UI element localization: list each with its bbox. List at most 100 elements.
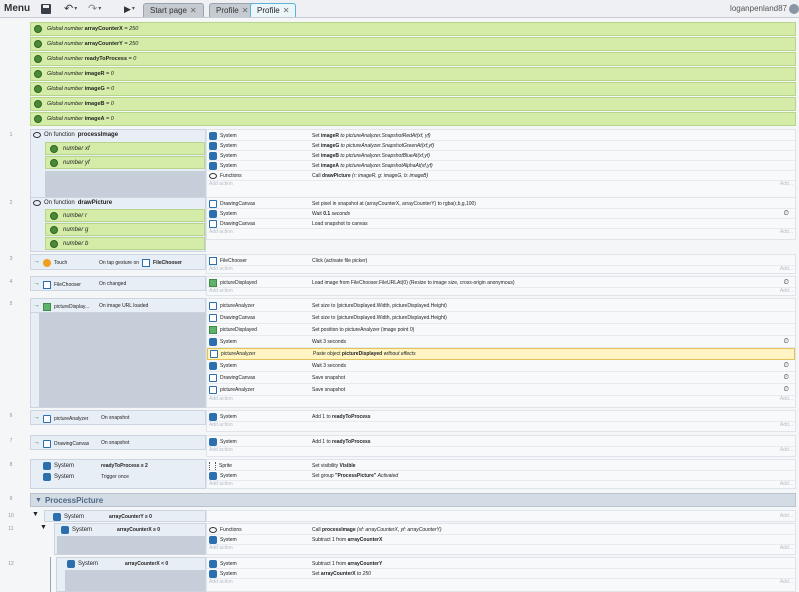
undo-button[interactable]: ↶ ▾	[64, 0, 77, 18]
tab-start-page[interactable]: Start page ✕	[143, 3, 204, 17]
action-row[interactable]: Sprite Set visibility Visible	[207, 461, 795, 471]
add-action-label[interactable]: Add action	[209, 579, 233, 585]
add-action-row[interactable]: Add action Add...	[207, 396, 795, 405]
action-row[interactable]: DrawingCanvas Set size to (pictureDisplay…	[207, 312, 795, 324]
action-row[interactable]: System Set imageR to pictureAnalyzer.Snap…	[207, 131, 795, 141]
username[interactable]: loganpenland87	[730, 0, 787, 18]
action-row[interactable]: System Subtract 1 from arrayCounterX	[207, 535, 795, 545]
global-variable-row[interactable]: Global number arrayCounterX = 250	[30, 22, 796, 36]
action-row[interactable]: DrawingCanvas Set pixel in snapshot at (a…	[207, 199, 795, 209]
add-action-row[interactable]: Add action Add...	[207, 422, 795, 431]
add-action-row[interactable]: Add action Add...	[207, 181, 795, 190]
global-variable-row[interactable]: Global number imageR = 0	[30, 67, 796, 81]
action-row[interactable]: DrawingCanvas Load snapshot to canvas	[207, 219, 795, 229]
close-icon[interactable]: ✕	[242, 4, 249, 17]
param-yf[interactable]: number yf	[45, 156, 205, 169]
global-variable-row[interactable]: Global number readyToProcess = 0	[30, 52, 796, 66]
global-variable-row[interactable]: Global number imageA = 0	[30, 112, 796, 126]
action-row[interactable]: System Set group "ProcessPicture" Activat…	[207, 471, 795, 481]
group-processpicture[interactable]: ▼ ProcessPicture	[30, 493, 796, 507]
event-5-conditions[interactable]: → pictureDisplay... On image URL loaded	[30, 298, 206, 408]
close-icon[interactable]: ✕	[190, 4, 197, 17]
action-row[interactable]: System Add 1 to readyToProcess	[207, 412, 795, 422]
add-button[interactable]: Add...	[780, 513, 793, 519]
action-row[interactable]: pictureAnalyzer Paste object pictureDispl…	[207, 348, 795, 360]
action-row[interactable]: System Set imageA to pictureAnalyzer.Snap…	[207, 161, 795, 171]
avatar[interactable]	[789, 4, 799, 14]
add-button[interactable]: Add...	[780, 229, 793, 235]
add-button[interactable]: Add...	[780, 481, 793, 487]
action-row[interactable]: System Set arrayCounterX to 250	[207, 569, 795, 579]
event-2-conditions[interactable]: On function drawPicture number r number g…	[30, 197, 206, 252]
event-4-conditions[interactable]: → FileChooser On changed	[30, 276, 206, 291]
menu-button[interactable]: Menu	[4, 0, 30, 18]
event-8-conditions[interactable]: System readyToProcess ≥ 2 System Trigger…	[30, 459, 206, 489]
event-12-conditions[interactable]: System arrayCounterX < 0	[56, 557, 206, 592]
param-r[interactable]: number r	[45, 209, 205, 222]
add-action-label[interactable]: Add action	[209, 181, 233, 187]
add-button[interactable]: Add...	[780, 288, 793, 294]
action-row[interactable]: DrawingCanvas Save snapshot ⏲	[207, 372, 795, 384]
add-action-row[interactable]: Add action Add...	[207, 266, 795, 275]
param-xf[interactable]: number xf	[45, 142, 205, 155]
add-button[interactable]: Add...	[780, 396, 793, 402]
event-7-conditions[interactable]: → DrawingCanvas On snapshot	[30, 435, 206, 450]
action-row[interactable]: System Wait 3 seconds ⏲	[207, 360, 795, 372]
add-action-label[interactable]: Add action	[209, 481, 233, 487]
tab-profile[interactable]: Profile ✕	[209, 3, 256, 17]
event-1-conditions[interactable]: On function processImage number xf number…	[30, 129, 206, 199]
add-action-label[interactable]: Add action	[209, 288, 233, 294]
add-action-label[interactable]: Add action	[209, 422, 233, 428]
redo-button[interactable]: ↷ ▾	[88, 0, 101, 18]
collapse-icon[interactable]: ▼	[40, 524, 47, 531]
action-row[interactable]: FileChooser Click (activate file picker)	[207, 256, 795, 266]
action-row[interactable]: System Add 1 to readyToProcess	[207, 437, 795, 447]
add-action-row[interactable]: Add action Add...	[207, 229, 795, 238]
global-variable-icon	[34, 40, 42, 48]
param-g[interactable]: number g	[45, 223, 205, 236]
close-icon[interactable]: ✕	[283, 4, 290, 17]
collapse-icon[interactable]: ▼	[35, 497, 42, 504]
action-row[interactable]: System Wait 0.1 seconds ⏲	[207, 209, 795, 219]
save-icon[interactable]	[40, 0, 52, 18]
global-variable-icon	[34, 115, 42, 123]
collapse-icon[interactable]: ▼	[32, 511, 39, 518]
add-action-label[interactable]: Add action	[209, 447, 233, 453]
action-row[interactable]: pictureAnalyzer Set size to (pictureDispl…	[207, 300, 795, 312]
add-button[interactable]: Add...	[780, 447, 793, 453]
add-button[interactable]: Add...	[780, 545, 793, 551]
add-button[interactable]: Add...	[780, 181, 793, 187]
add-action-label[interactable]: Add action	[209, 266, 233, 272]
action-row[interactable]: System Set imageB to pictureAnalyzer.Snap…	[207, 151, 795, 161]
add-button[interactable]: Add...	[780, 579, 793, 585]
action-row[interactable]: pictureDisplayed Load image from FileChoo…	[207, 278, 795, 288]
add-action-row[interactable]: Add action Add...	[207, 447, 795, 456]
action-row[interactable]: Functions Call processImage (xf: arrayCou…	[207, 525, 795, 535]
add-button[interactable]: Add...	[780, 266, 793, 272]
add-action-label[interactable]: Add action	[209, 229, 233, 235]
add-button[interactable]: Add...	[780, 422, 793, 428]
add-action-row[interactable]: Add action Add...	[207, 579, 795, 588]
action-row[interactable]: pictureDisplayed Set position to pictureA…	[207, 324, 795, 336]
add-action-label[interactable]: Add action	[209, 545, 233, 551]
param-b[interactable]: number b	[45, 237, 205, 250]
event-11-conditions[interactable]: System arrayCounterX ≥ 0	[54, 523, 206, 555]
global-variable-row[interactable]: Global number arrayCounterY = 250	[30, 37, 796, 51]
action-row[interactable]: Functions Call drawPicture (r: imageR, g:…	[207, 171, 795, 181]
action-row[interactable]: System Set imageG to pictureAnalyzer.Snap…	[207, 141, 795, 151]
event-10-conditions[interactable]: System arrayCounterY ≥ 0	[44, 510, 206, 522]
add-action-row[interactable]: Add action Add...	[207, 545, 795, 554]
action-row[interactable]: System Subtract 1 from arrayCounterY	[207, 559, 795, 569]
global-variable-row[interactable]: Global number imageG = 0	[30, 82, 796, 96]
tab-profile-active[interactable]: Profile ✕	[250, 3, 297, 17]
action-object: System	[220, 413, 237, 420]
add-action-label[interactable]: Add action	[209, 396, 233, 402]
global-variable-row[interactable]: Global number imageB = 0	[30, 97, 796, 111]
event-3-conditions[interactable]: → Touch On tap gesture on FileChooser	[30, 254, 206, 270]
action-row[interactable]: System Wait 3 seconds ⏲	[207, 336, 795, 348]
action-row[interactable]: pictureAnalyzer Save snapshot ⏲	[207, 384, 795, 396]
add-action-row[interactable]: Add action Add...	[207, 481, 795, 490]
add-action-row[interactable]: Add action Add...	[207, 288, 795, 297]
event-6-conditions[interactable]: → pictureAnalyzer On snapshot	[30, 410, 206, 425]
preview-button[interactable]: ▶ ▾	[124, 0, 135, 18]
